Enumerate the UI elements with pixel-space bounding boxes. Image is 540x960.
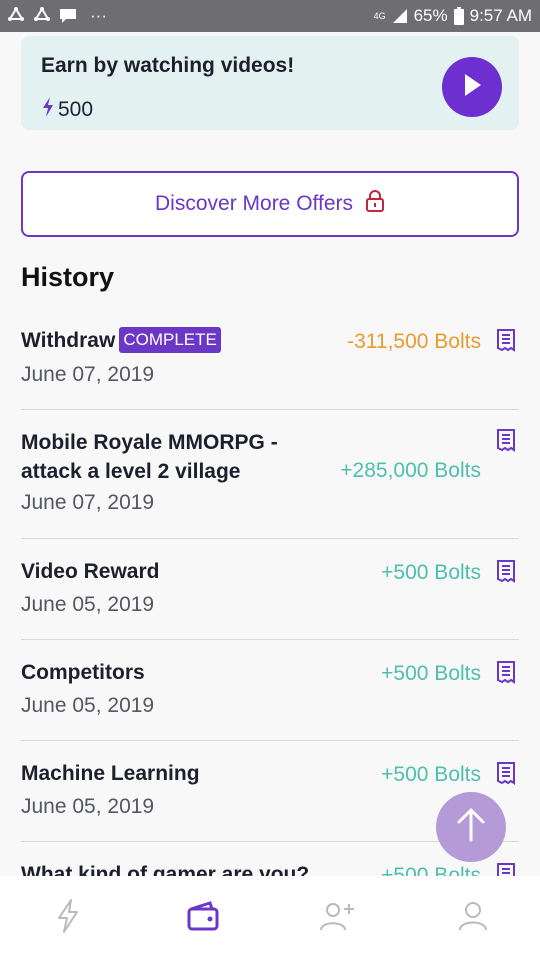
add-friend-icon — [319, 900, 357, 937]
lock-icon — [365, 189, 385, 219]
battery-icon — [453, 7, 464, 25]
clock: 9:57 AM — [469, 6, 532, 25]
history-row-date: June 05, 2019 — [21, 795, 155, 818]
receipt-icon[interactable] — [495, 660, 517, 684]
receipt-icon[interactable] — [495, 559, 517, 583]
receipt-icon[interactable] — [495, 328, 517, 352]
history-row-date: June 05, 2019 — [21, 593, 155, 616]
battery-percent: 65% — [413, 6, 448, 25]
status-badge: COMPLETE — [119, 327, 221, 353]
history-heading: History — [21, 262, 115, 292]
message-icon — [58, 7, 78, 25]
earn-card-reward: 500 — [41, 96, 93, 124]
history-row-amount: +500 Bolts — [381, 561, 481, 584]
discover-more-offers-button[interactable]: Discover More Offers — [21, 171, 519, 237]
receipt-icon[interactable] — [495, 862, 517, 876]
history-row[interactable]: Video Reward June 05, 2019 +500 Bolts — [21, 539, 519, 640]
scroll-to-top-button[interactable] — [436, 792, 506, 862]
play-video-button[interactable] — [442, 57, 502, 117]
overflow-dots: ··· — [90, 6, 107, 25]
history-row-title-wrap: Withdraw COMPLETE — [21, 326, 221, 355]
history-row-amount: +500 Bolts — [381, 662, 481, 685]
history-row-amount: +285,000 Bolts — [340, 459, 481, 482]
lightning-bolt-icon — [55, 898, 81, 939]
history-row-title: Mobile Royale MMORPG - attack a level 2 … — [21, 431, 278, 483]
earn-card-amount: 500 — [58, 98, 94, 121]
history-row-amount: +500 Bolts — [381, 864, 481, 876]
wallet-icon — [186, 900, 220, 936]
earn-card-title: Earn by watching videos! — [41, 54, 295, 77]
history-row-title: Video Reward — [21, 560, 160, 583]
history-row-title: Machine Learning — [21, 762, 200, 785]
history-row-amount: +500 Bolts — [381, 763, 481, 786]
network-type: 4G — [373, 10, 386, 21]
history-row-date: June 07, 2019 — [21, 363, 155, 386]
receipt-icon[interactable] — [495, 761, 517, 785]
profile-icon — [458, 900, 488, 937]
history-row-title: Competitors — [21, 661, 145, 684]
status-bar: ··· 4G 65% 9:57 AM — [0, 0, 540, 32]
nav-invite[interactable] — [270, 876, 405, 960]
discover-label: Discover More Offers — [155, 192, 353, 215]
bottom-nav — [0, 876, 540, 960]
history-row[interactable]: Withdraw COMPLETE June 07, 2019 -311,500 … — [21, 308, 519, 410]
history-row-amount: -311,500 Bolts — [347, 330, 481, 353]
nav-earn[interactable] — [0, 876, 135, 960]
history-row[interactable]: Competitors June 05, 2019 +500 Bolts — [21, 640, 519, 741]
history-row-date: June 05, 2019 — [21, 694, 155, 717]
lightning-bolt-icon — [41, 96, 55, 124]
history-row-title: What kind of gamer are you? — [21, 863, 310, 876]
history-list[interactable]: Withdraw COMPLETE June 07, 2019 -311,500 … — [21, 308, 519, 876]
earn-video-card[interactable]: Earn by watching videos! 500 — [21, 36, 519, 130]
nav-profile[interactable] — [405, 876, 540, 960]
app-screen: ··· 4G 65% 9:57 AM Earn by watching vide… — [0, 0, 540, 960]
receipt-icon[interactable] — [495, 428, 517, 452]
history-row[interactable]: Mobile Royale MMORPG - attack a level 2 … — [21, 410, 519, 539]
recycle-icon — [32, 7, 52, 25]
signal-icon — [392, 8, 408, 24]
recycle-icon — [6, 7, 26, 25]
arrow-up-icon — [454, 806, 488, 849]
history-row-date: June 07, 2019 — [21, 491, 155, 514]
history-row-title: Withdraw — [21, 329, 116, 352]
play-icon — [460, 72, 484, 103]
nav-wallet[interactable] — [135, 876, 270, 960]
